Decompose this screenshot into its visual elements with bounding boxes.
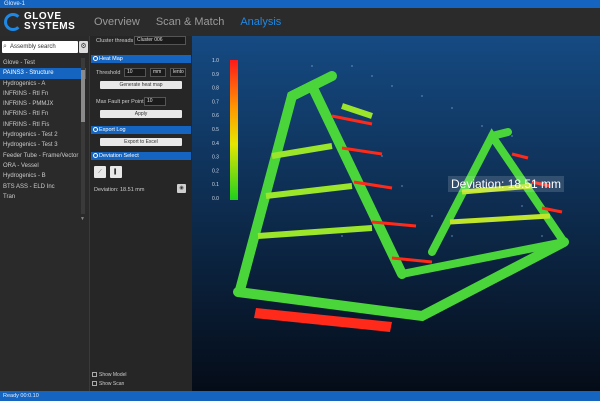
assembly-sidebar: ⌕ Assembly search ⚙ Glove - Test PAINS3 -… xyxy=(0,36,90,391)
color-scale-tick: 0.9 xyxy=(212,72,219,78)
color-scale-tick: 0.8 xyxy=(212,86,219,92)
assembly-list-item[interactable]: Feeder Tube - Frame/Vector xyxy=(0,151,86,161)
assembly-list-item[interactable]: INFRINS - PMMJX xyxy=(0,99,86,109)
deviation-tooltip: Deviation: 18.51 mm xyxy=(448,176,565,192)
point-cloud-render[interactable]: 1.0 0.9 0.8 0.7 0.6 0.5 0.4 0.3 0.2 0.1 0.0 xyxy=(192,36,600,391)
tab-analysis[interactable]: Analysis xyxy=(240,16,281,28)
unit-mm-select[interactable]: mm xyxy=(150,68,166,77)
settings-gear-button[interactable]: ⚙ xyxy=(79,41,88,53)
ruler-icon[interactable]: ⟋ xyxy=(94,166,106,178)
generate-heat-map-button[interactable]: Generate heat map xyxy=(100,81,182,89)
cluster-select[interactable]: Cluster 006 xyxy=(134,36,186,45)
deviation-section-icon xyxy=(93,153,98,158)
color-scale-tick: 0.6 xyxy=(212,113,219,119)
assembly-list-item[interactable]: Tran xyxy=(0,192,86,202)
logo-icon xyxy=(4,13,22,31)
tab-overview[interactable]: Overview xyxy=(94,16,140,28)
marker-icon[interactable]: ▌ xyxy=(110,166,122,178)
show-model-checkbox[interactable]: Show Model xyxy=(92,372,127,378)
deviation-select-section[interactable]: Deviation Select xyxy=(91,152,191,160)
color-scale-tick: 0.7 xyxy=(212,99,219,105)
capture-icon[interactable]: ◉ xyxy=(177,184,186,193)
gear-icon: ⚙ xyxy=(80,43,87,50)
deviation-readout: Deviation: 18.51 mm xyxy=(94,187,145,193)
status-bar: Ready 00:0.10 xyxy=(0,391,600,401)
window-title: Glove-1 xyxy=(4,1,26,7)
tab-scan-match[interactable]: Scan & Match xyxy=(156,16,224,28)
color-scale-tick: 0.0 xyxy=(212,196,219,202)
color-scale-tick: 0.5 xyxy=(212,127,219,133)
export-excel-button[interactable]: Export to Excel xyxy=(100,138,182,146)
export-log-section[interactable]: Export Log xyxy=(91,126,191,134)
brand-name: GLOVE SYSTEMS xyxy=(24,11,76,32)
assembly-list-item[interactable]: INFRINS - Rtl Fn xyxy=(0,109,86,119)
export-section-icon xyxy=(93,127,98,132)
assembly-list-item[interactable]: Glove - Test xyxy=(0,58,86,68)
main-tabs: Overview Scan & Match Analysis xyxy=(94,16,281,28)
apply-button[interactable]: Apply xyxy=(100,110,182,118)
max-fault-label: Max Fault per Point xyxy=(96,99,144,105)
analysis-settings-panel: Cluster threads Cluster 006 Heat Map Thr… xyxy=(90,36,192,391)
assembly-list-item[interactable]: BTS ASS - ELD Inc xyxy=(0,182,86,192)
max-fault-input[interactable]: 10 xyxy=(144,97,166,106)
list-scroll-thumb[interactable] xyxy=(81,70,85,122)
cluster-label: Cluster threads xyxy=(96,38,134,44)
checkbox-icon xyxy=(92,381,97,387)
search-icon: ⌕ xyxy=(3,43,7,50)
assembly-list-item[interactable]: ORA - Vessel xyxy=(0,161,86,171)
3d-viewport[interactable]: 1.0 0.9 0.8 0.7 0.6 0.5 0.4 0.3 0.2 0.1 0.0 Deviat… xyxy=(192,36,600,391)
assembly-list-item[interactable]: INFRINS - Rtl Fn xyxy=(0,89,86,99)
color-scale-tick: 1.0 xyxy=(212,58,219,64)
window-title-bar: Glove-1 xyxy=(0,0,600,8)
assembly-search-input[interactable]: ⌕ Assembly search xyxy=(2,41,78,53)
color-scale-bar xyxy=(230,60,238,200)
heat-map-section-icon xyxy=(93,56,98,61)
assembly-list-item[interactable]: INFRINS - Rtl Fis xyxy=(0,120,86,130)
assembly-list-item[interactable]: Hydrogenics - B xyxy=(0,171,86,181)
assembly-list-item[interactable]: Hydrogenics - Test 3 xyxy=(0,140,86,150)
color-scale-tick: 0.1 xyxy=(212,182,219,188)
unit-lento-select[interactable]: lento xyxy=(170,68,186,77)
color-scale-tick: 0.4 xyxy=(212,141,219,147)
checkbox-icon xyxy=(92,372,97,378)
assembly-list-item[interactable]: Hydrogenics - Test 2 xyxy=(0,130,86,140)
assembly-list-item[interactable]: Hydrogenics - A xyxy=(0,79,86,89)
color-scale-tick: 0.2 xyxy=(212,168,219,174)
app-header: GLOVE SYSTEMS Overview Scan & Match Anal… xyxy=(0,8,600,36)
threshold-input[interactable]: 10 xyxy=(124,68,146,77)
threshold-label: Threshold xyxy=(96,70,121,76)
show-scan-checkbox[interactable]: Show Scan xyxy=(92,381,124,387)
color-scale-tick: 0.3 xyxy=(212,155,219,161)
assembly-list-item[interactable]: PAINS3 - Structure xyxy=(0,68,86,79)
heat-map-section[interactable]: Heat Map xyxy=(91,55,191,63)
status-text: Ready 00:0.10 xyxy=(3,393,39,399)
assembly-list: Glove - Test PAINS3 - Structure Hydrogenic… xyxy=(0,58,86,202)
scroll-down-icon[interactable]: ▼ xyxy=(80,216,85,222)
